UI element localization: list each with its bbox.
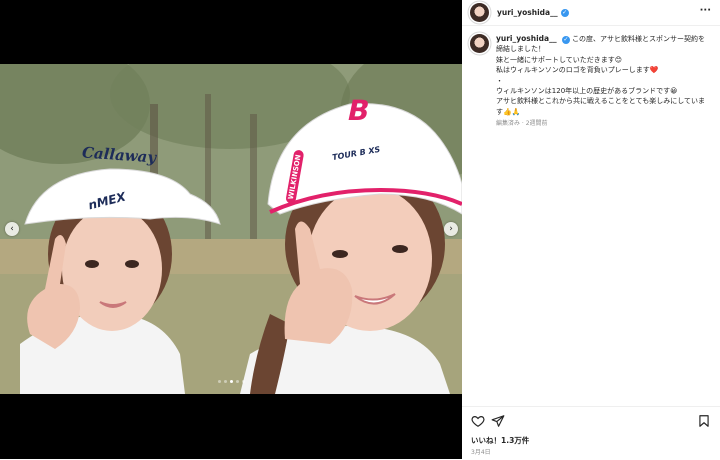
post-actions: いいね！1.3万件 3月4日: [462, 406, 720, 460]
carousel-dot: [217, 380, 221, 383]
bookmark-icon[interactable]: [697, 414, 711, 428]
caption-meta: 編集済み · 2週間前: [496, 120, 548, 128]
carousel-dots: [0, 380, 462, 383]
post-side-panel: yuri_yoshida__ ✓ ··· yuri_yoshida__ ✓ この…: [462, 0, 720, 459]
post-caption: yuri_yoshida__ ✓ この度、アサヒ飲料様とスポンサー契約を締結しま…: [470, 34, 714, 130]
ellipsis-icon[interactable]: ···: [700, 5, 711, 16]
carousel-dot: [241, 380, 245, 383]
caption-line: ・: [496, 76, 503, 85]
heart-icon[interactable]: [471, 414, 485, 428]
post-date[interactable]: 3月4日: [471, 447, 491, 456]
likes-count[interactable]: いいね！1.3万件: [471, 435, 529, 446]
chevron-left-icon[interactable]: ‹: [5, 222, 19, 236]
carousel-dot-active: [229, 380, 233, 383]
caption-body: yuri_yoshida__ ✓ この度、アサヒ飲料様とスポンサー契約を締結しま…: [496, 34, 710, 130]
carousel-dot: [235, 380, 239, 383]
username[interactable]: yuri_yoshida__: [497, 8, 558, 17]
caption-avatar[interactable]: [470, 34, 489, 53]
carousel-dot: [223, 380, 227, 383]
chevron-right-icon[interactable]: ›: [444, 222, 458, 236]
post-media: Callaway nMEX B TOUR B XS WILKINSON ‹ ›: [0, 0, 462, 459]
caption-line: アサヒ飲料様とこれから共に戦えることをとても楽しみにしています👍🙏: [496, 97, 706, 116]
post-photo[interactable]: Callaway nMEX B TOUR B XS WILKINSON: [0, 64, 462, 394]
verified-badge-icon: ✓: [561, 36, 570, 44]
verified-badge-icon: ✓: [560, 8, 569, 17]
photo-illustration: [0, 64, 462, 394]
caption-line: 私はウィルキンソンのロゴを背負いプレーします❤️: [496, 66, 659, 75]
post-header: yuri_yoshida__ ✓ ···: [462, 0, 720, 26]
caption-username[interactable]: yuri_yoshida__: [496, 34, 557, 43]
paper-plane-icon[interactable]: [491, 414, 505, 428]
caption-line: 妹と一緒にサポートしていただきます😊: [496, 55, 623, 64]
avatar[interactable]: [470, 3, 489, 22]
caption-line: ウィルキンソンは120年以上の歴史があるブランドです😀: [496, 87, 678, 96]
